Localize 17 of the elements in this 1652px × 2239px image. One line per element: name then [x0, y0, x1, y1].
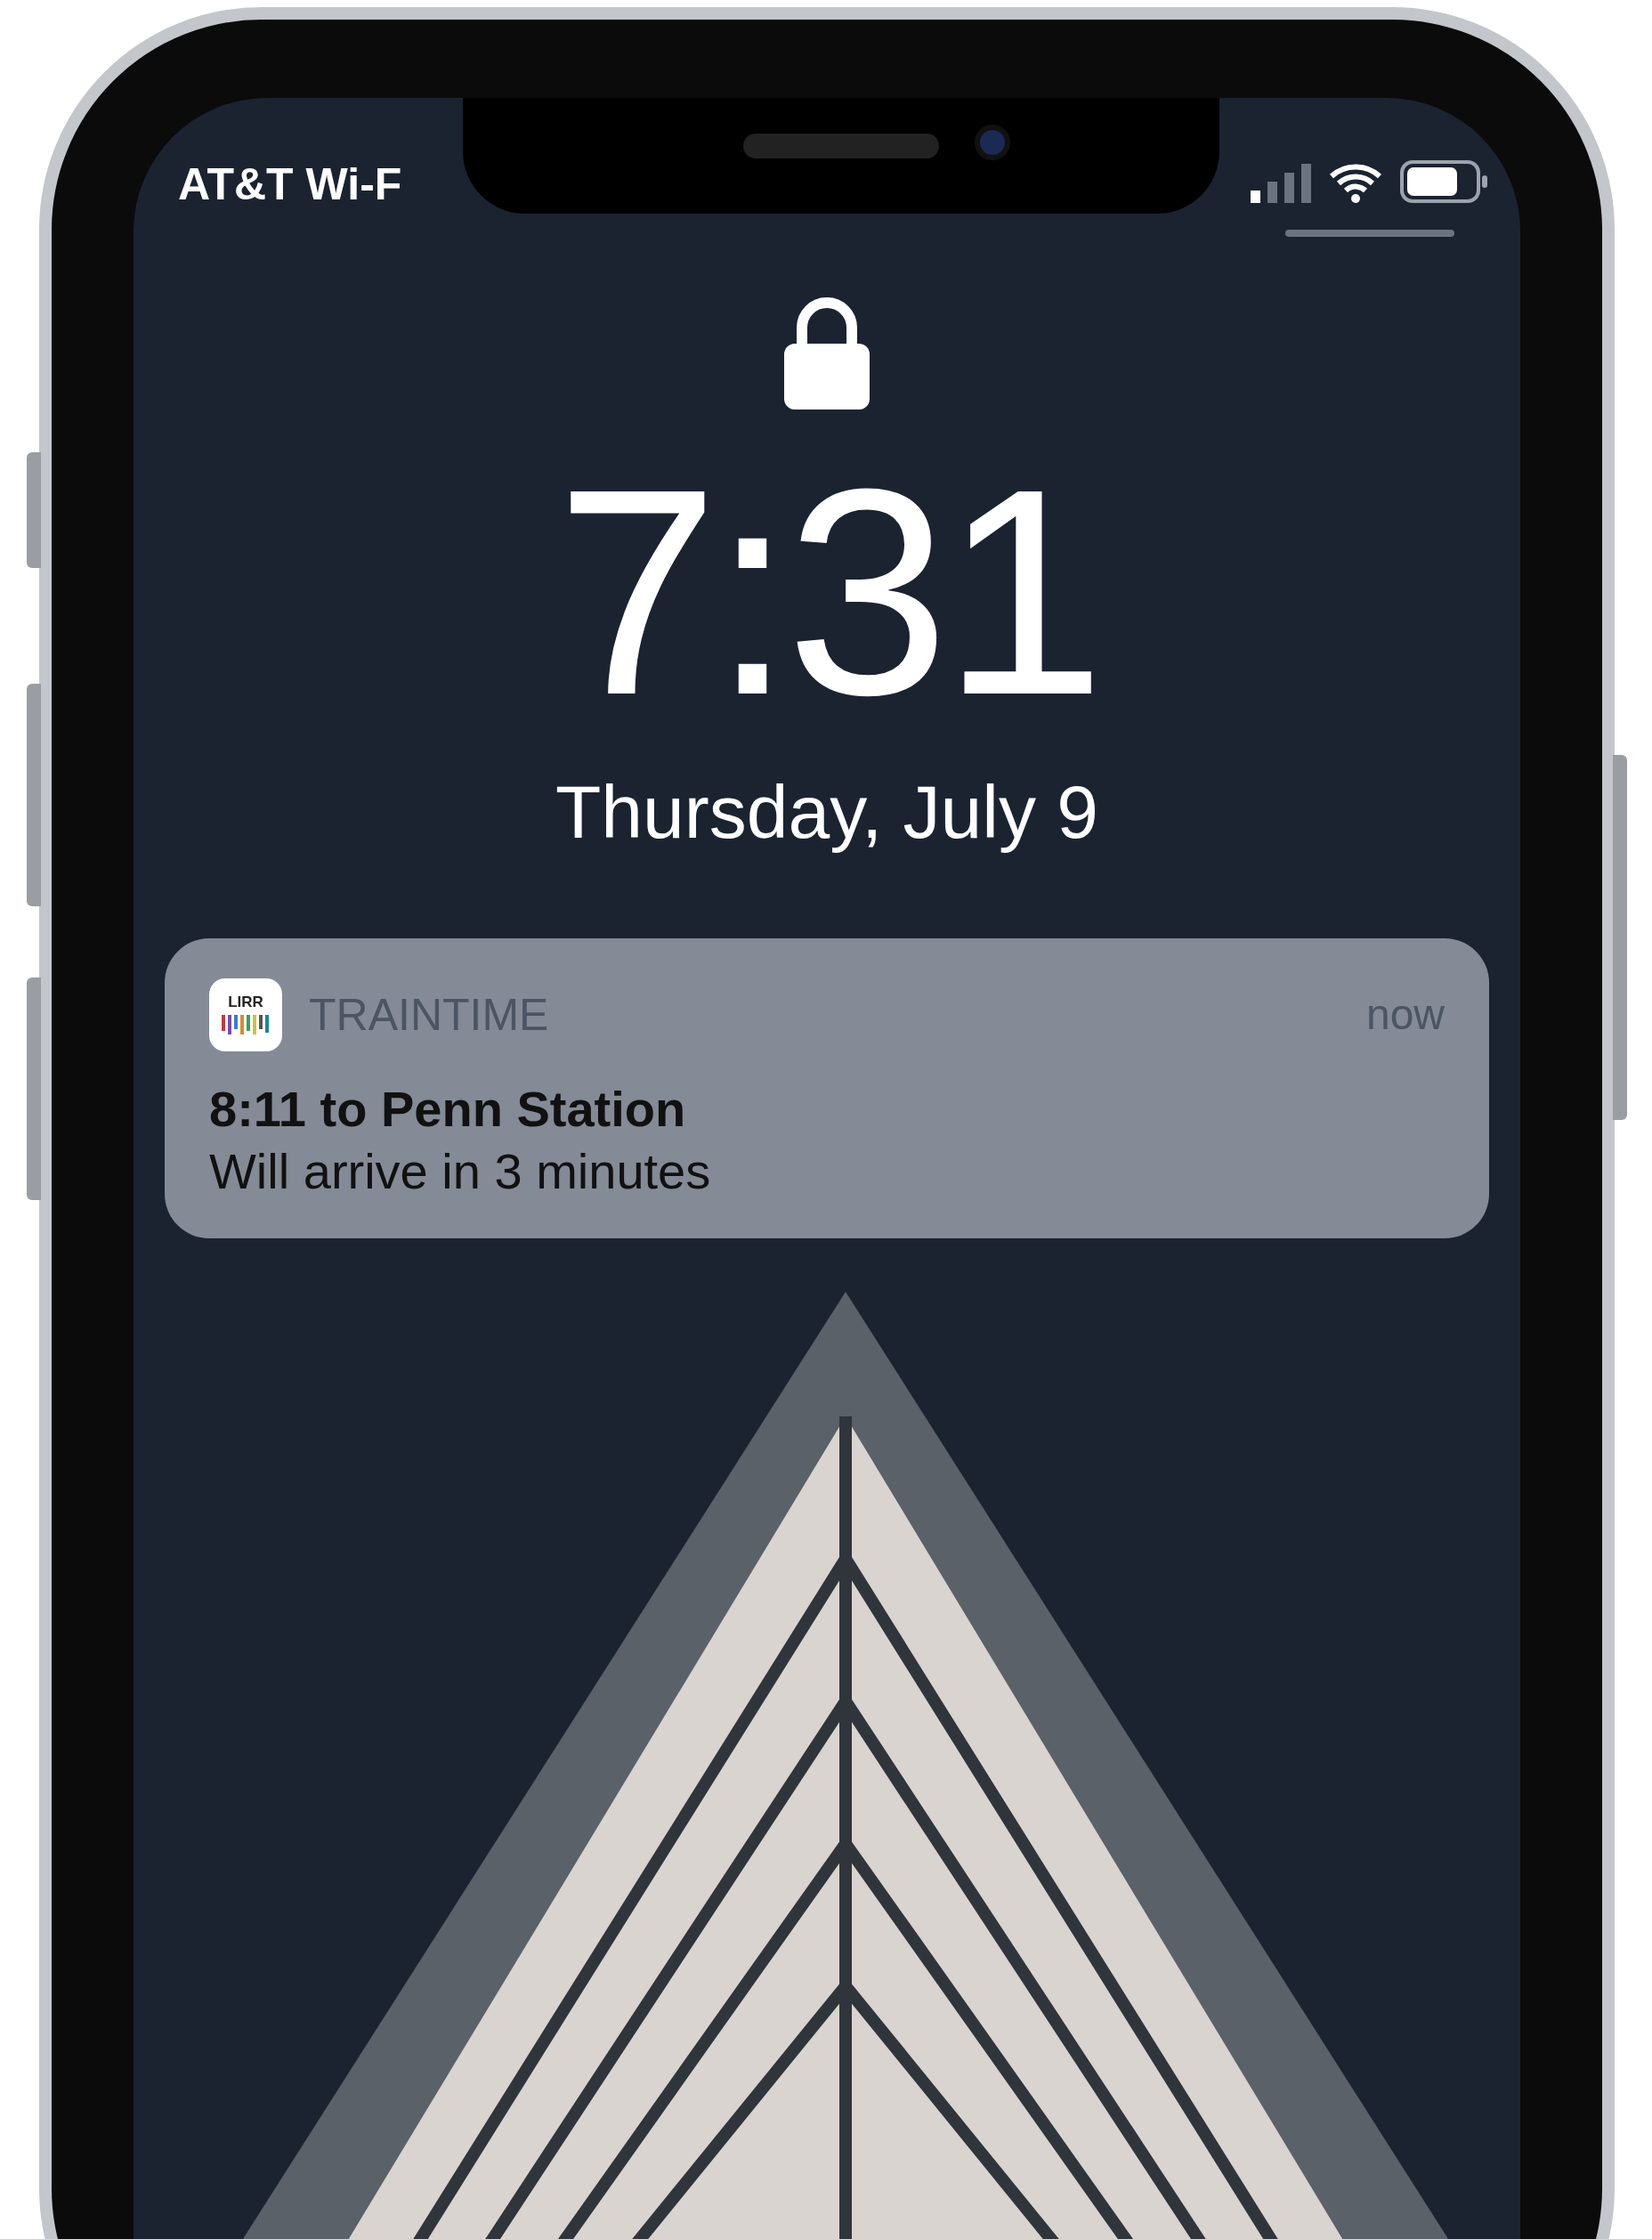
power-button[interactable]	[1613, 755, 1627, 1120]
volume-button[interactable]	[27, 684, 41, 906]
carrier-name: AT&T Wi-F	[178, 159, 402, 209]
notification-card[interactable]: LIRR TRAINTIME now 8:11 to Penn Station Will arrive in 3 minutes	[165, 938, 1489, 1238]
signal-icon	[1251, 164, 1311, 203]
app-name: TRAINTIME	[309, 988, 549, 1042]
control-center-indicator[interactable]	[1285, 230, 1454, 237]
side-button[interactable]	[27, 452, 41, 568]
notification-title: 8:11 to Penn Station	[209, 1080, 687, 1139]
app-icon-label: LIRR	[228, 994, 263, 1010]
battery-icon	[1400, 160, 1489, 203]
camera-lens	[975, 125, 1010, 160]
notification-time: now	[1365, 990, 1445, 1040]
volume-button[interactable]	[27, 978, 41, 1200]
wifi-icon	[1329, 164, 1382, 203]
notification-body: Will arrive in 3 minutes	[209, 1142, 712, 1201]
clock-time: 7:31	[555, 445, 1098, 739]
